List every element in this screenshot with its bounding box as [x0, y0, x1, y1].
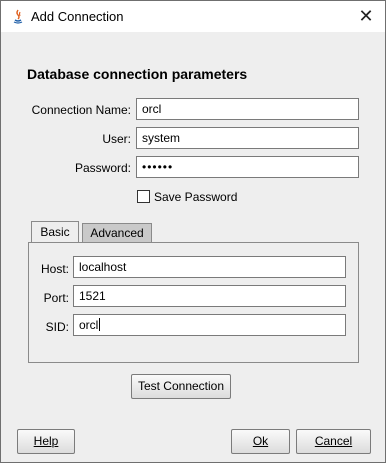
add-connection-dialog: Add Connection ✕ Database connection par… [0, 0, 386, 463]
port-field[interactable]: 1521 [73, 285, 346, 307]
help-button-label: Help [33, 434, 59, 448]
test-connection-button[interactable]: Test Connection [131, 374, 231, 399]
host-field[interactable]: localhost [73, 256, 346, 278]
cancel-button-label: Cancel [314, 434, 353, 448]
connection-name-label: Connection Name: [31, 103, 131, 117]
sid-value: orcl [79, 318, 99, 332]
close-icon[interactable]: ✕ [355, 5, 377, 27]
section-heading: Database connection parameters [27, 66, 248, 82]
tab-basic[interactable]: Basic [31, 221, 79, 243]
title-bar: Add Connection ✕ [1, 1, 385, 32]
save-password-checkbox[interactable] [137, 190, 150, 203]
user-field[interactable]: system [136, 127, 359, 149]
host-label: Host: [40, 262, 69, 276]
text-cursor [99, 318, 101, 331]
java-icon [13, 9, 23, 24]
ok-button[interactable]: Ok [231, 429, 290, 454]
sid-field[interactable]: orcl [73, 314, 346, 336]
cancel-button[interactable]: Cancel [296, 429, 371, 454]
port-label: Port: [43, 291, 69, 305]
connection-name-field[interactable]: orcl [136, 98, 359, 120]
sid-label: SID: [45, 320, 69, 334]
tab-advanced[interactable]: Advanced [82, 223, 152, 243]
help-button[interactable]: Help [17, 429, 75, 454]
ok-button-label: Ok [252, 434, 269, 448]
password-label: Password: [74, 161, 131, 175]
window-title: Add Connection [31, 9, 124, 24]
save-password-label[interactable]: Save Password [154, 190, 237, 204]
user-label: User: [102, 132, 131, 146]
password-field[interactable]: •••••• [136, 156, 359, 178]
